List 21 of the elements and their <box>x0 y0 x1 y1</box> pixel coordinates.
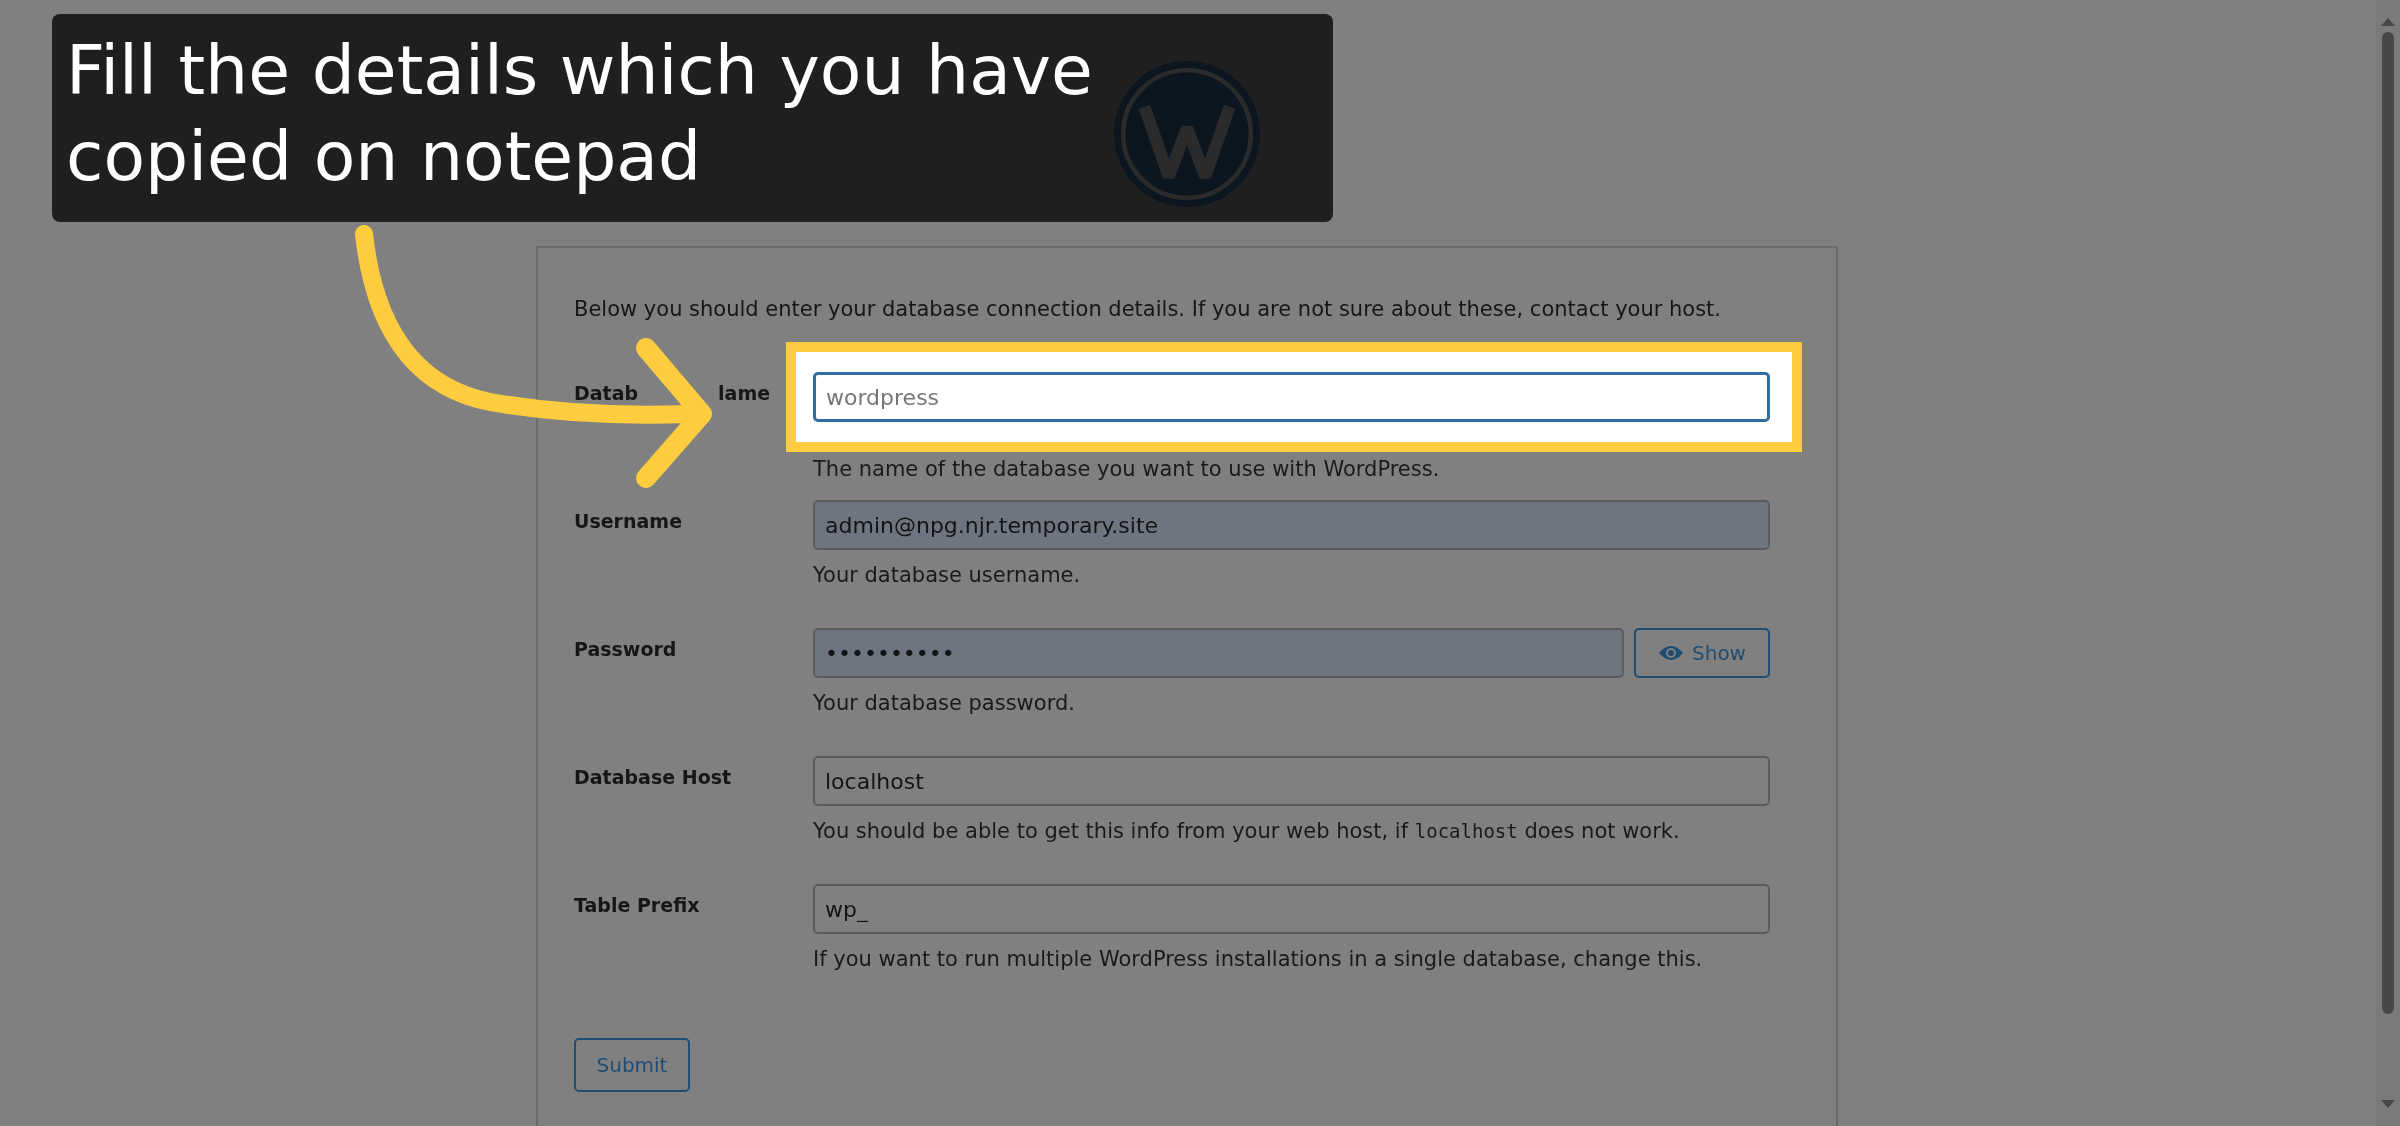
password-field[interactable]: •••••••••• <box>813 628 1624 678</box>
input-field[interactable]: localhost <box>813 756 1770 806</box>
field-label: Password <box>574 638 678 660</box>
field-label: Database Host <box>574 766 733 788</box>
field-label: Table Prefix <box>574 894 701 916</box>
submit-button[interactable]: Submit <box>574 1038 690 1092</box>
field-hint: If you want to run multiple WordPress installations in a single database, change this. <box>813 946 1704 973</box>
field-hint: You should be able to get this info from your web host, if localhost does not work. <box>813 818 1681 845</box>
callout-text: Fill the details which you have <box>66 30 1093 112</box>
show-password-button[interactable]: Show <box>1634 628 1770 678</box>
input-field[interactable]: wp_ <box>813 884 1770 934</box>
input-field[interactable]: wordpress <box>813 372 1770 422</box>
field-label: lame <box>718 382 771 404</box>
field-label: Datab <box>574 382 639 404</box>
intro-text: Below you should enter your database connection details. If you are not sure about these, contact your host. <box>574 296 1723 323</box>
callout-text: copied on notepad <box>66 116 702 198</box>
field-hint: Your database password. <box>813 690 1076 717</box>
field-hint: Your database username. <box>813 562 1082 589</box>
field-label: Username <box>574 510 684 532</box>
field-hint: The name of the database you want to use with WordPress. <box>813 456 1441 483</box>
input-field[interactable]: admin@npg.njr.temporary.site <box>813 500 1770 550</box>
